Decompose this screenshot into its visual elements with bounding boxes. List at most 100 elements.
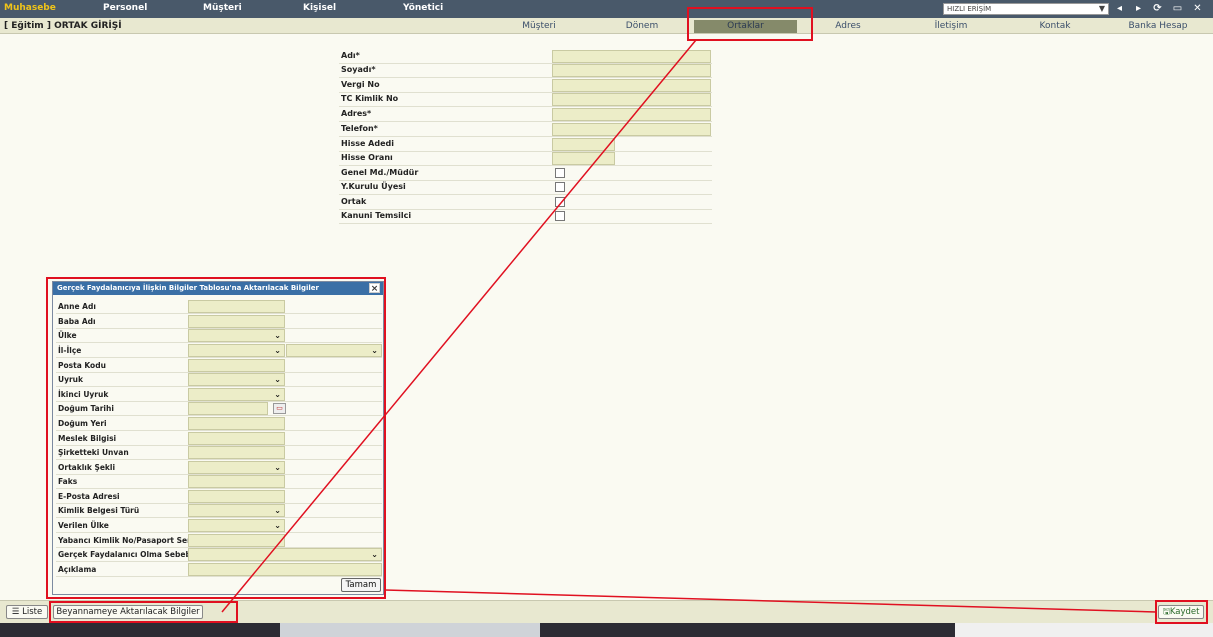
close-icon[interactable]: × bbox=[369, 283, 380, 294]
back-icon[interactable]: ◂ bbox=[1114, 3, 1125, 14]
menu-musteri[interactable]: Müşteri bbox=[203, 3, 242, 13]
tab-iletisim[interactable]: İletişim bbox=[920, 20, 982, 33]
dialog-row: İkinci Uyruk ⌄ bbox=[56, 388, 382, 402]
tab-adres[interactable]: Adres bbox=[820, 20, 876, 33]
dialog-row: Uyruk ⌄ bbox=[56, 373, 382, 387]
tab-ortaklar[interactable]: Ortaklar bbox=[694, 20, 797, 33]
menu-yonetici[interactable]: Yönetici bbox=[403, 3, 443, 13]
form-row: Adı* bbox=[339, 49, 712, 64]
issuing-country-select[interactable]: ⌄ bbox=[188, 519, 285, 532]
declaration-info-button[interactable]: Beyannameye Aktarılacak Bilgiler bbox=[53, 605, 203, 619]
field-label: Anne Adı bbox=[58, 302, 96, 311]
dialog-row: Ülke ⌄ bbox=[56, 329, 382, 343]
field-label: TC Kimlik No bbox=[341, 94, 399, 103]
last-name-field[interactable] bbox=[552, 64, 711, 77]
close-icon[interactable]: ✕ bbox=[1192, 3, 1203, 14]
field-label: Gerçek Faydalanıcı Olma Sebebi bbox=[58, 550, 194, 559]
share-count-field[interactable] bbox=[552, 138, 615, 151]
dialog-row: Gerçek Faydalanıcı Olma Sebebi ⌄ bbox=[56, 548, 382, 562]
form-row: Soyadı* bbox=[339, 63, 712, 78]
forward-icon[interactable]: ▸ bbox=[1133, 3, 1144, 14]
profession-field[interactable] bbox=[188, 432, 285, 445]
field-label: Meslek Bilgisi bbox=[58, 434, 117, 443]
field-label: Baba Adı bbox=[58, 317, 96, 326]
partnership-type-select[interactable]: ⌄ bbox=[188, 461, 285, 474]
dialog-row: Posta Kodu bbox=[56, 359, 382, 373]
calendar-icon[interactable]: ▭ bbox=[273, 403, 286, 414]
field-label: Kimlik Belgesi Türü bbox=[58, 506, 140, 515]
general-manager-checkbox[interactable] bbox=[555, 168, 565, 178]
dialog-title-bar: Gerçek Faydalanıcıya İlişkin Bilgiler Ta… bbox=[53, 282, 383, 295]
form-row: Hisse Oranı bbox=[339, 151, 712, 166]
birth-date-field[interactable] bbox=[188, 402, 268, 415]
tab-musteri[interactable]: Müşteri bbox=[510, 20, 568, 33]
save-button[interactable]: 🖫Kaydet bbox=[1158, 605, 1204, 619]
chevron-down-icon: ⌄ bbox=[274, 463, 281, 472]
tab-kontak[interactable]: Kontak bbox=[1025, 20, 1085, 33]
province-select[interactable]: ⌄ bbox=[188, 344, 285, 357]
share-ratio-field[interactable] bbox=[552, 152, 615, 165]
chevron-down-icon: ⌄ bbox=[274, 331, 281, 340]
description-field[interactable] bbox=[188, 563, 382, 576]
board-member-checkbox[interactable] bbox=[555, 182, 565, 192]
chevron-down-icon: ▼ bbox=[1098, 4, 1105, 13]
district-select[interactable]: ⌄ bbox=[286, 344, 382, 357]
chevron-down-icon: ⌄ bbox=[371, 346, 378, 355]
birth-place-field[interactable] bbox=[188, 417, 285, 430]
email-field[interactable] bbox=[188, 490, 285, 503]
tab-banka-hesap[interactable]: Banka Hesap bbox=[1122, 20, 1194, 33]
field-label: Kanuni Temsilci bbox=[341, 211, 412, 220]
menu-personel[interactable]: Personel bbox=[103, 3, 147, 13]
field-label: Verilen Ülke bbox=[58, 521, 109, 530]
phone-field[interactable] bbox=[552, 123, 711, 136]
country-select[interactable]: ⌄ bbox=[188, 329, 285, 342]
field-label: İl-İlçe bbox=[58, 346, 82, 355]
first-name-field[interactable] bbox=[552, 50, 711, 63]
dialog-row: Kimlik Belgesi Türü ⌄ bbox=[56, 504, 382, 518]
menu-kisisel[interactable]: Kişisel bbox=[303, 3, 336, 13]
ok-button[interactable]: Tamam bbox=[341, 578, 381, 592]
tab-donem[interactable]: Dönem bbox=[612, 20, 672, 33]
tc-id-field[interactable] bbox=[552, 93, 711, 106]
nationality-select[interactable]: ⌄ bbox=[188, 373, 285, 386]
field-label: Uyruk bbox=[58, 375, 84, 384]
address-field[interactable] bbox=[552, 108, 711, 121]
partner-checkbox[interactable] bbox=[555, 197, 565, 207]
refresh-icon[interactable]: ⟳ bbox=[1152, 3, 1163, 14]
dialog-row: Baba Adı bbox=[56, 315, 382, 329]
dialog-row: Faks bbox=[56, 475, 382, 489]
save-icon: 🖫 bbox=[1162, 607, 1170, 617]
postal-code-field[interactable] bbox=[188, 359, 285, 372]
father-name-field[interactable] bbox=[188, 315, 285, 328]
field-label: Vergi No bbox=[341, 80, 380, 89]
field-label: Posta Kodu bbox=[58, 361, 106, 370]
field-label: Genel Md./Müdür bbox=[341, 168, 419, 177]
dialog-row: Doğum Tarihi ▭ bbox=[56, 402, 382, 416]
dialog-row: Anne Adı bbox=[56, 300, 382, 314]
tax-no-field[interactable] bbox=[552, 79, 711, 92]
foreign-id-field[interactable] bbox=[188, 534, 285, 547]
field-label: Soyadı* bbox=[341, 65, 376, 74]
quick-access-select[interactable]: HIZLI ERİŞİM ▼ bbox=[943, 3, 1109, 15]
chevron-down-icon: ⌄ bbox=[274, 506, 281, 515]
top-menu-bar: Muhasebe Personel Müşteri Kişisel Yöneti… bbox=[0, 0, 1213, 18]
background-strip bbox=[955, 623, 1213, 637]
dialog-row: Doğum Yeri bbox=[56, 417, 382, 431]
company-title-field[interactable] bbox=[188, 446, 285, 459]
save-button-label: Kaydet bbox=[1169, 607, 1200, 617]
menu-muhasebe[interactable]: Muhasebe bbox=[4, 3, 56, 13]
maximize-icon[interactable]: ▭ bbox=[1172, 3, 1183, 14]
form-row: Ortak bbox=[339, 195, 712, 210]
id-document-type-select[interactable]: ⌄ bbox=[188, 504, 285, 517]
legal-representative-checkbox[interactable] bbox=[555, 211, 565, 221]
form-row: Vergi No bbox=[339, 78, 712, 93]
dialog-row: İl-İlçe ⌄ ⌄ bbox=[56, 344, 382, 358]
form-row: Hisse Adedi bbox=[339, 137, 712, 152]
beneficial-owner-reason-select[interactable]: ⌄ bbox=[188, 548, 382, 561]
list-button[interactable]: ☰ Liste bbox=[6, 605, 48, 619]
second-nationality-select[interactable]: ⌄ bbox=[188, 388, 285, 401]
mother-name-field[interactable] bbox=[188, 300, 285, 313]
list-button-label: Liste bbox=[22, 607, 43, 617]
field-label: Adı* bbox=[341, 51, 360, 60]
fax-field[interactable] bbox=[188, 475, 285, 488]
